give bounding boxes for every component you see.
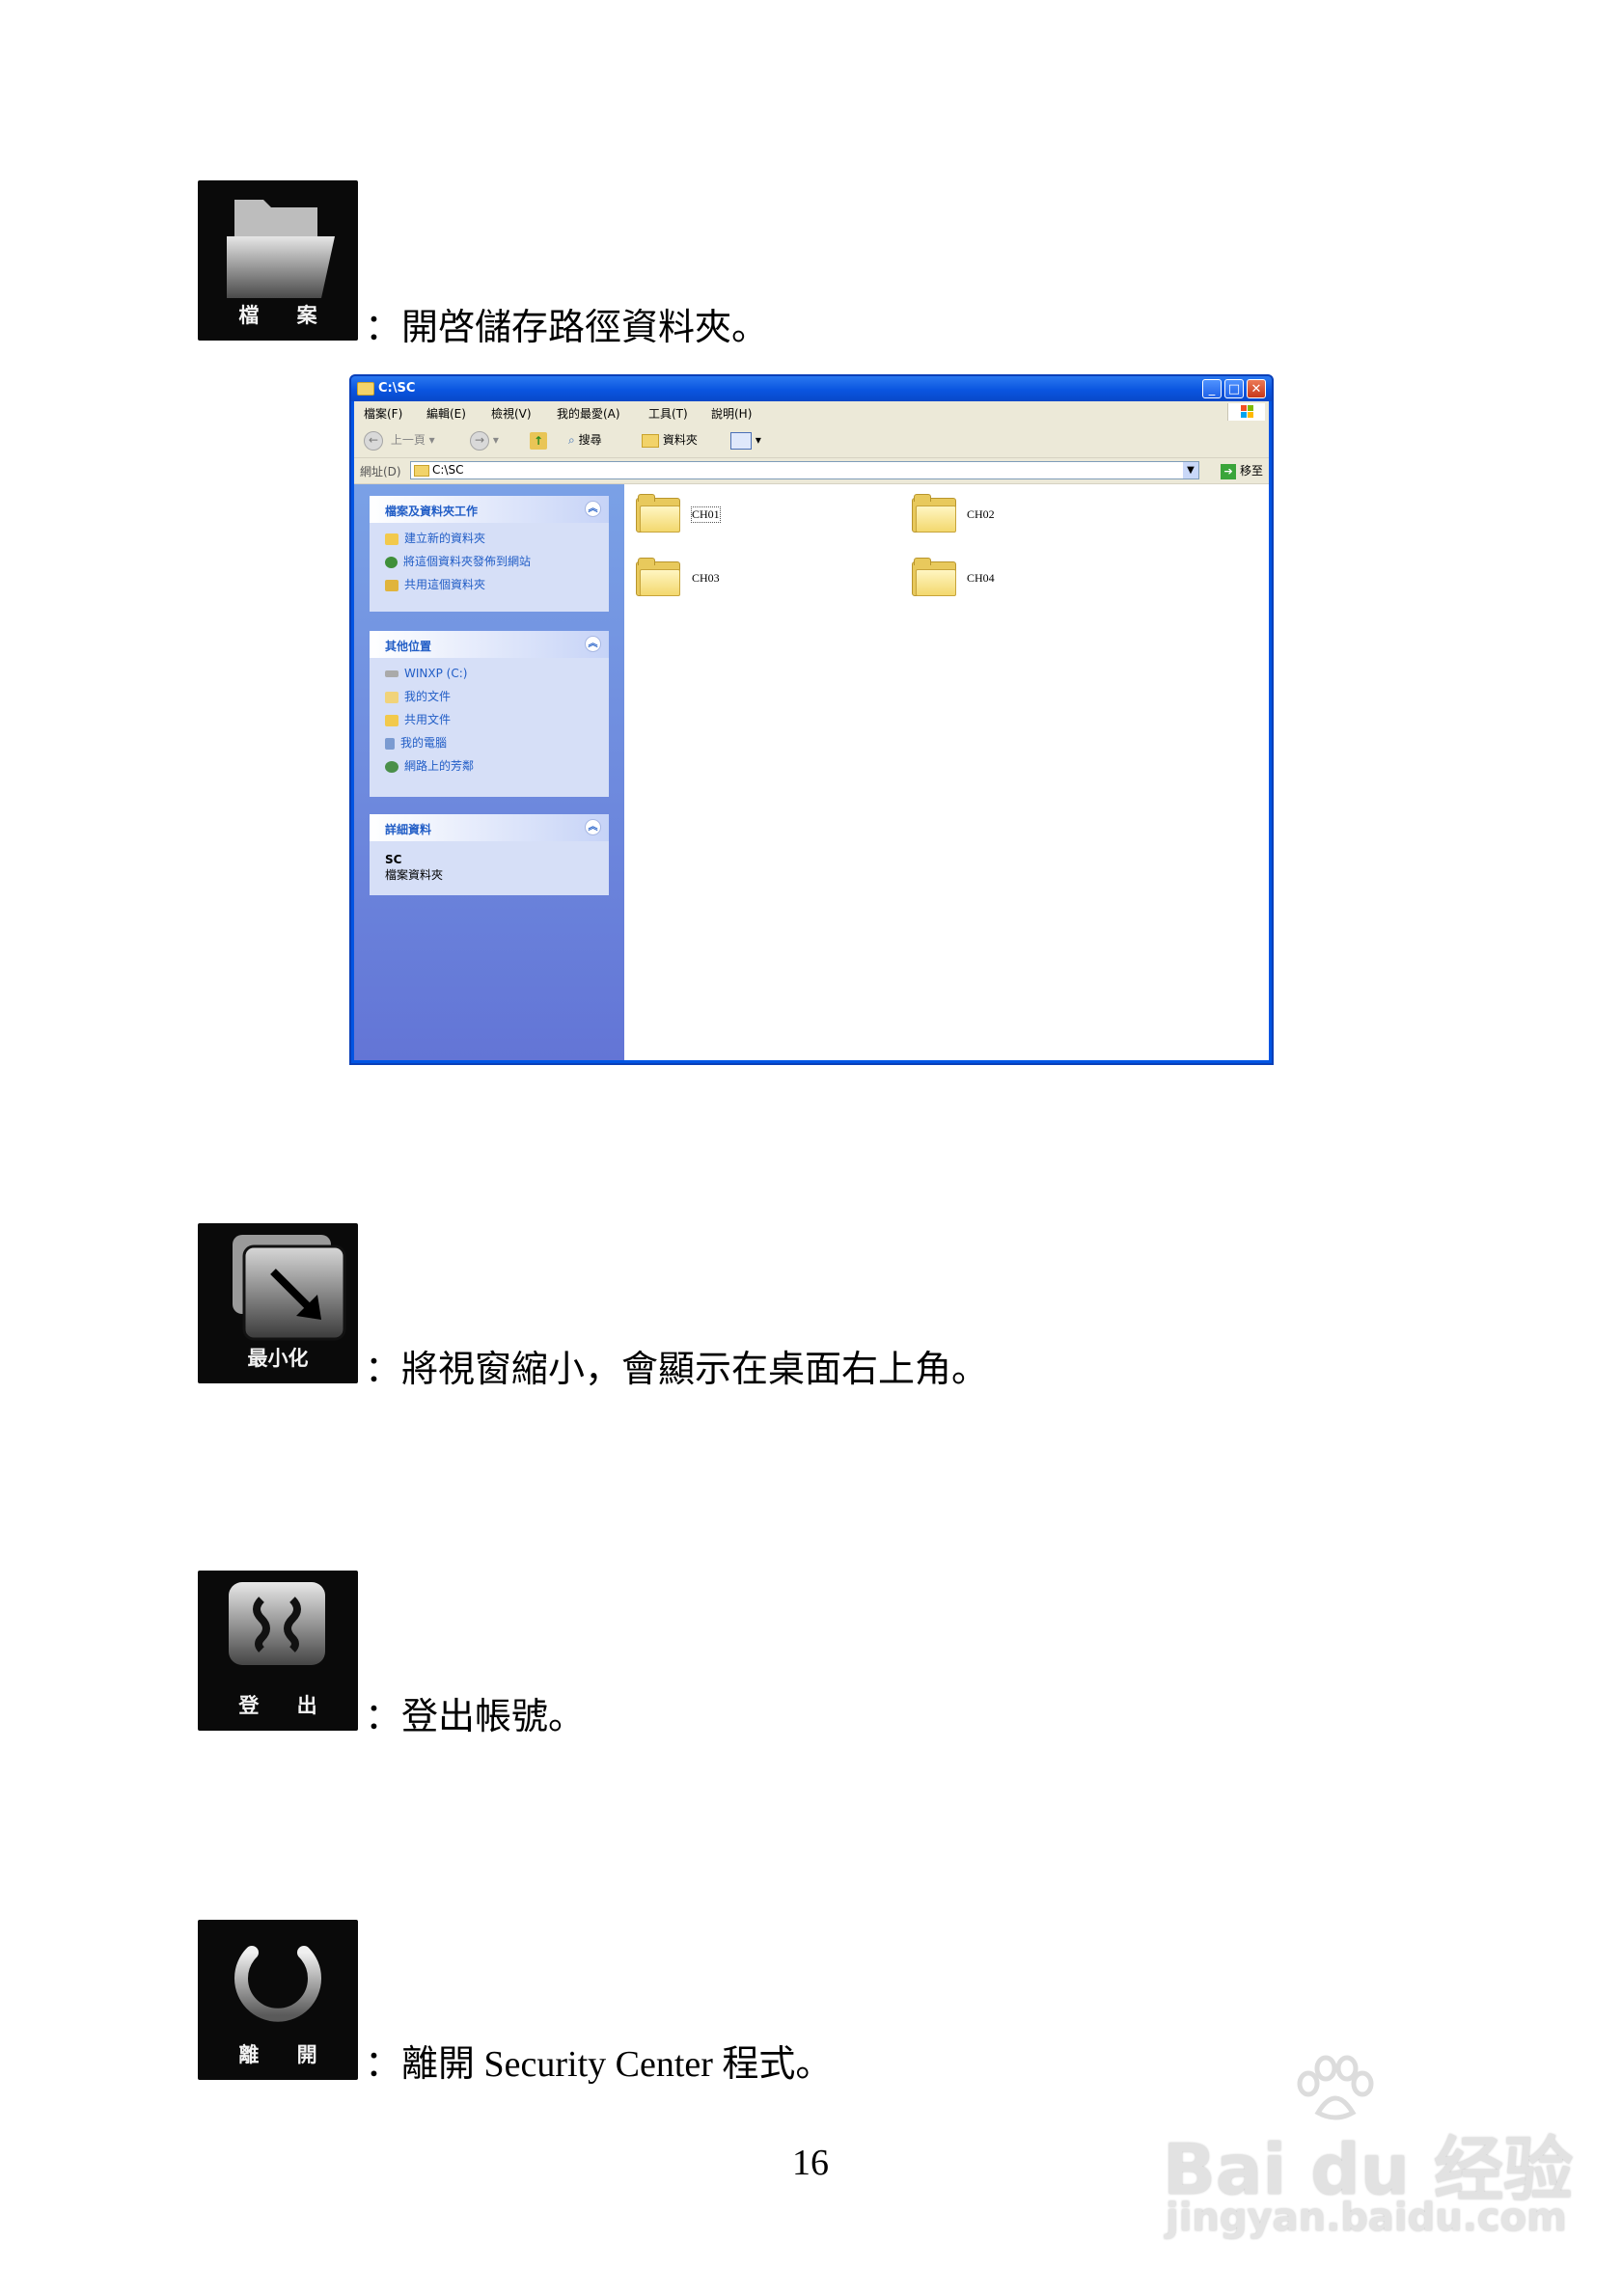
place-my-computer[interactable]: 我的電腦	[385, 733, 447, 752]
task-publish-web[interactable]: 將這個資料夾發佈到網站	[385, 552, 531, 571]
documents-icon	[385, 691, 398, 703]
folder-label: CH04	[967, 571, 995, 585]
item-description: ：登出帳號。	[365, 1697, 586, 1737]
folders-icon	[642, 433, 659, 448]
address-input[interactable]: C:\SC ▼	[410, 461, 1199, 479]
window-client: 檔案(F) 編輯(E) 檢視(V) 我的最愛(A) 工具(T) 說明(H) ← …	[354, 401, 1269, 1060]
folders-button[interactable]: 資料夾	[642, 429, 698, 451]
folder-label: CH02	[967, 507, 995, 521]
close-button[interactable]: ✕	[1247, 379, 1266, 398]
share-folder-icon	[385, 579, 398, 591]
folder-icon	[414, 465, 429, 477]
up-folder-icon: ↑	[530, 431, 547, 450]
item-description: ：離開 Security Center 程式。	[365, 2044, 833, 2085]
maximize-button[interactable]: □	[1224, 379, 1244, 398]
new-folder-icon	[385, 533, 398, 545]
explorer-window: C:\SC _ □ ✕ 檔案(F) 編輯(E) 檢視(V) 我的最愛(A) 工具…	[349, 374, 1274, 1065]
watermark-url: jingyan.baidu.com	[1166, 2196, 1567, 2240]
panel-header[interactable]: 檔案及資料夾工作 ︽	[370, 496, 609, 523]
task-pane: 檔案及資料夾工作 ︽ 建立新的資料夾 將這個資料夾發佈到網站 共用這個資料夾 其…	[354, 484, 624, 1060]
folder-icon	[912, 558, 956, 596]
details-panel: 詳細資料 ︽ SC 檔案資料夾	[370, 814, 609, 895]
collapse-chevron-icon[interactable]: ︽	[585, 636, 601, 652]
place-my-documents[interactable]: 我的文件	[385, 687, 451, 706]
menu-file[interactable]: 檔案(F)	[364, 405, 402, 422]
other-places-panel: 其他位置 ︽ WINXP (C:) 我的文件 共用文件 我的電腦 網路上的芳鄰	[370, 631, 609, 797]
folder-icon	[636, 494, 680, 533]
panel-title: 詳細資料	[385, 823, 432, 836]
address-dropdown[interactable]: ▼	[1183, 462, 1198, 478]
go-arrow-icon: ➔	[1221, 463, 1237, 479]
search-label: 搜尋	[578, 433, 602, 447]
menu-favorites[interactable]: 我的最愛(A)	[557, 405, 620, 422]
details-type: 檔案資料夾	[385, 868, 444, 882]
tile-label: 離 開	[238, 2043, 333, 2066]
folder-view: CH01 CH02 CH03 CH04	[624, 484, 1269, 1060]
folder-label: CH01	[691, 506, 721, 523]
place-drive-c[interactable]: WINXP (C:)	[385, 664, 467, 683]
go-button[interactable]: ➔ 移至	[1221, 462, 1263, 479]
panel-header[interactable]: 其他位置 ︽	[370, 631, 609, 658]
menu-edit[interactable]: 編輯(E)	[426, 405, 466, 422]
folder-button[interactable]: 檔 案	[198, 180, 358, 341]
menu-tools[interactable]: 工具(T)	[648, 405, 688, 422]
search-icon: ⌕	[568, 433, 575, 447]
place-shared-documents[interactable]: 共用文件	[385, 710, 451, 729]
back-button[interactable]: ← 上一頁 ▾	[364, 429, 435, 451]
details-name: SC	[385, 853, 402, 866]
computer-icon	[385, 737, 395, 750]
exit-button[interactable]: 離 開	[198, 1920, 358, 2080]
toolbar: ← 上一頁 ▾ → ▾ ↑ ⌕ 搜尋 資料夾 ▾	[354, 423, 1269, 458]
globe-icon	[385, 556, 398, 568]
up-button[interactable]: ↑	[530, 429, 547, 451]
collapse-chevron-icon[interactable]: ︽	[585, 819, 601, 835]
views-icon	[730, 431, 752, 450]
panel-title: 其他位置	[385, 640, 432, 653]
network-icon	[385, 760, 398, 773]
folder-icon	[357, 382, 374, 396]
minimize-button[interactable]: 最小化	[198, 1223, 358, 1383]
folder-label: CH03	[692, 571, 720, 585]
panel-header[interactable]: 詳細資料 ︽	[370, 814, 609, 841]
place-network[interactable]: 網路上的芳鄰	[385, 756, 474, 776]
task-new-folder[interactable]: 建立新的資料夾	[385, 529, 485, 548]
forward-button[interactable]: → ▾	[470, 429, 499, 451]
views-button[interactable]: ▾	[730, 429, 761, 451]
windows-logo-icon	[1227, 403, 1265, 421]
logout-button[interactable]: 登 出	[198, 1571, 358, 1731]
task-share-folder[interactable]: 共用這個資料夾	[385, 575, 485, 594]
collapse-chevron-icon[interactable]: ︽	[585, 501, 601, 517]
item-description: ：開啓儲存路徑資料夾。	[365, 308, 769, 348]
back-arrow-icon: ←	[364, 430, 383, 451]
title-bar: C:\SC _ □ ✕	[351, 376, 1272, 401]
search-button[interactable]: ⌕ 搜尋	[568, 429, 602, 451]
menu-help[interactable]: 說明(H)	[711, 405, 752, 422]
tile-label: 登 出	[238, 1694, 333, 1717]
minimize-button[interactable]: _	[1202, 379, 1222, 398]
menu-bar: 檔案(F) 編輯(E) 檢視(V) 我的最愛(A) 工具(T) 說明(H)	[354, 401, 1269, 424]
folder-icon	[912, 494, 956, 533]
go-label: 移至	[1239, 464, 1263, 478]
panel-title: 檔案及資料夾工作	[385, 505, 479, 518]
file-tasks-panel: 檔案及資料夾工作 ︽ 建立新的資料夾 將這個資料夾發佈到網站 共用這個資料夾	[370, 496, 609, 612]
tile-label: 檔 案	[238, 304, 333, 327]
address-label: 網址(D)	[360, 465, 401, 478]
address-value: C:\SC	[432, 463, 464, 477]
item-description: ：將視窗縮小，會顯示在桌面右上角。	[365, 1350, 989, 1390]
drive-icon	[385, 670, 398, 677]
back-label: 上一頁	[390, 433, 426, 447]
folders-label: 資料夾	[662, 433, 698, 447]
tile-label: 最小化	[247, 1347, 309, 1370]
shared-folder-icon	[385, 714, 398, 726]
address-bar: 網址(D) C:\SC ▼ ➔ 移至	[354, 458, 1269, 484]
window-title: C:\SC	[378, 381, 416, 396]
forward-arrow-icon: →	[470, 430, 489, 451]
menu-view[interactable]: 檢視(V)	[491, 405, 532, 422]
folder-icon	[636, 558, 680, 596]
